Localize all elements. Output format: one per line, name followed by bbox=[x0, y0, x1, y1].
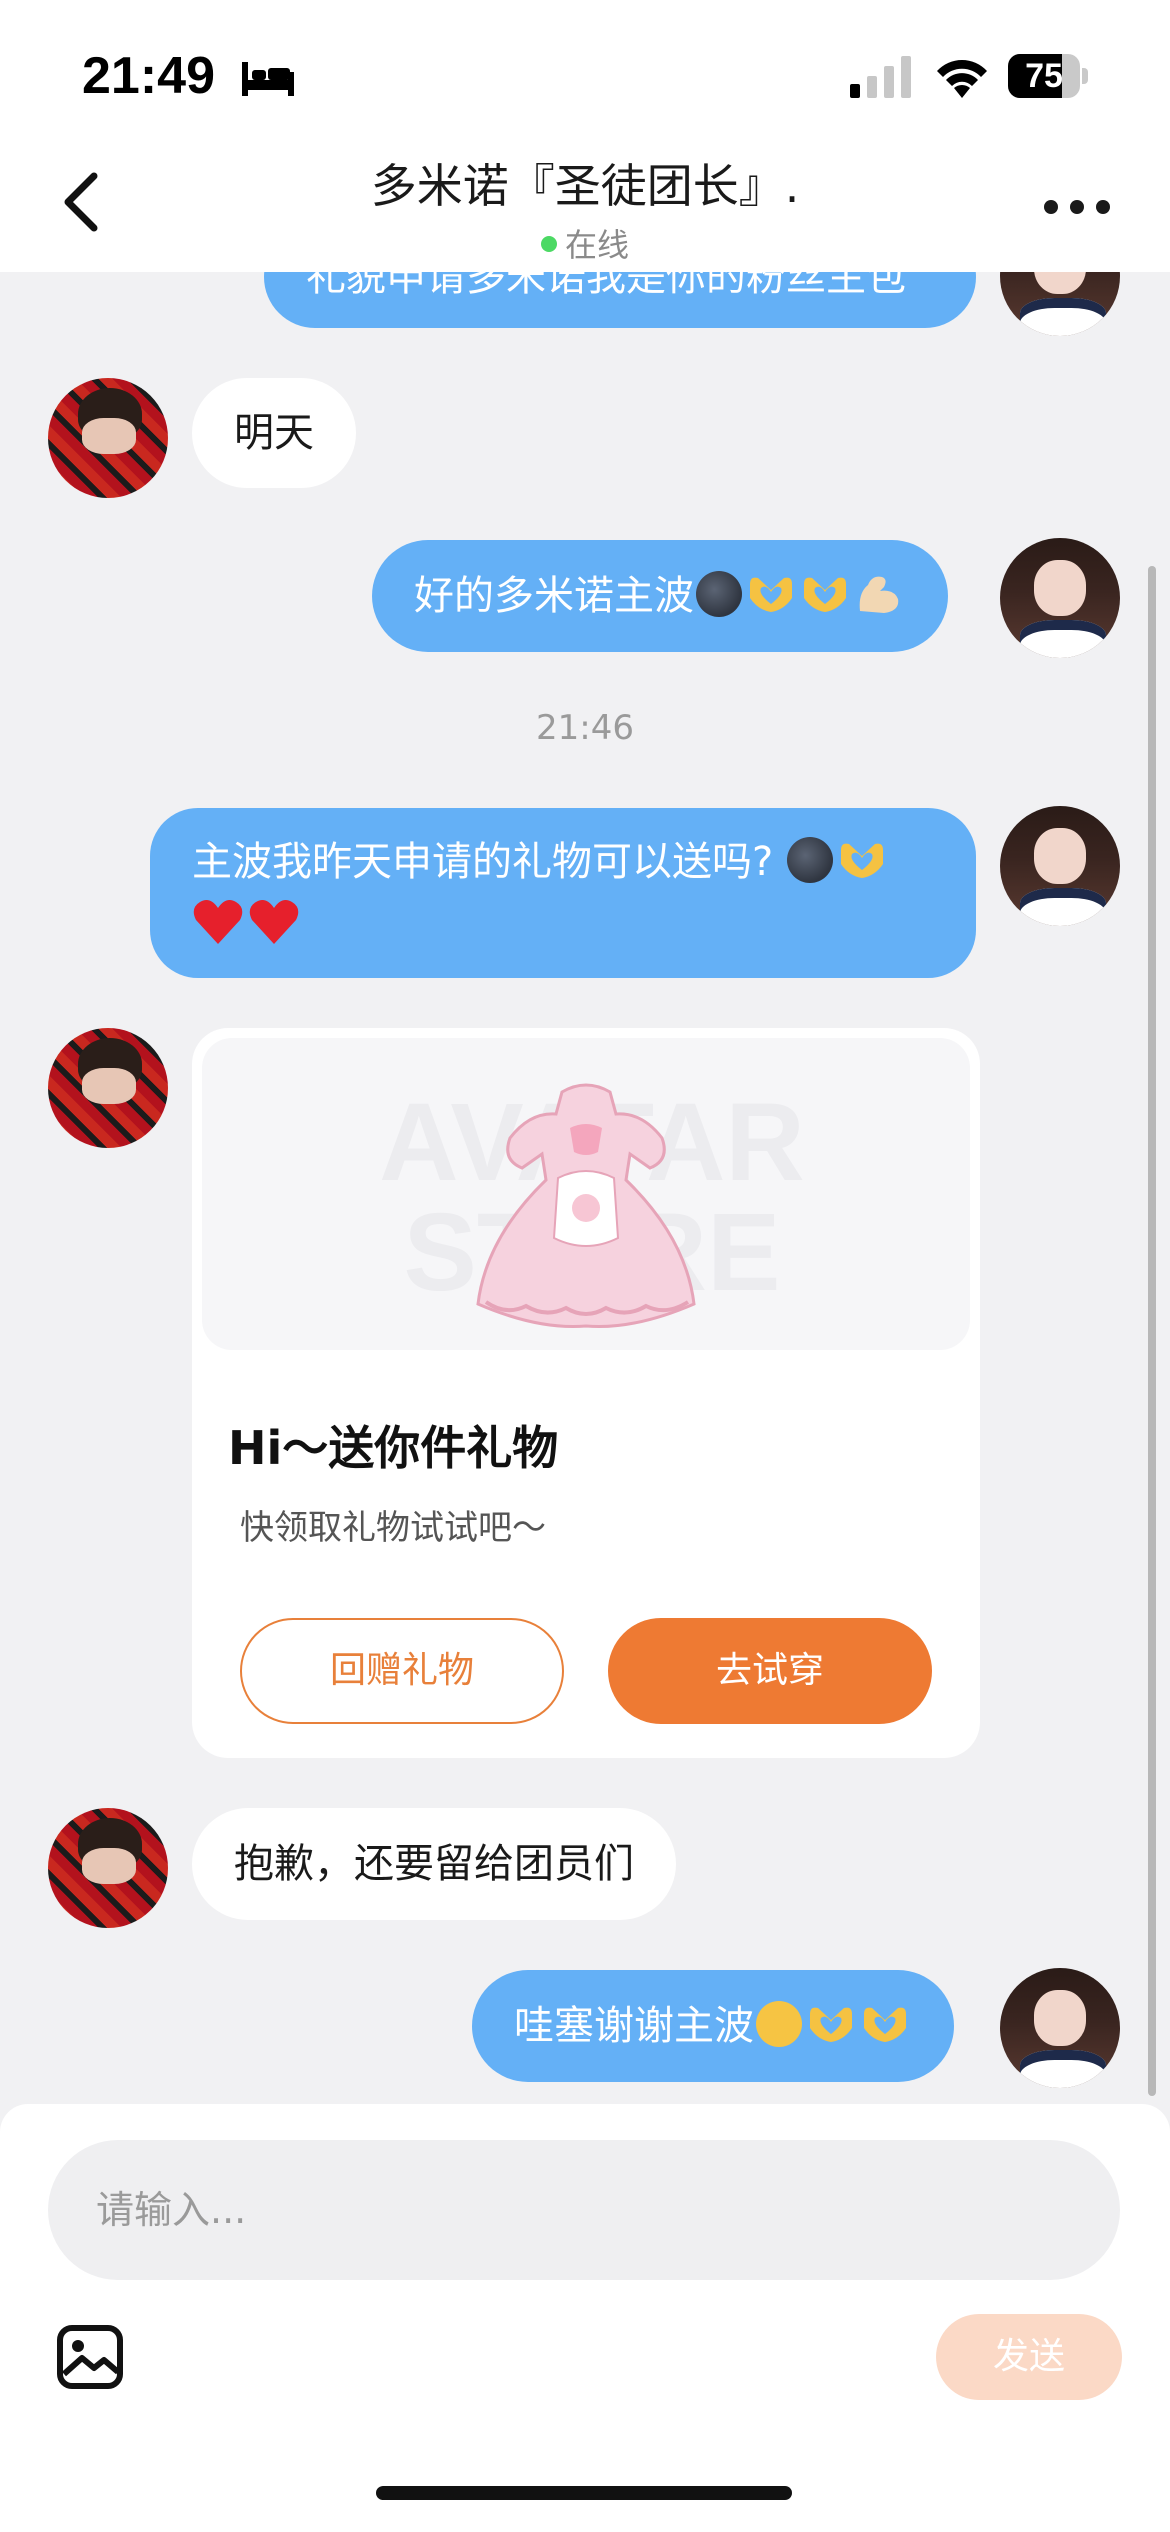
contact-avatar[interactable] bbox=[48, 1028, 168, 1148]
image-gallery-icon[interactable] bbox=[56, 2324, 124, 2390]
try-on-button[interactable]: 去试穿 bbox=[608, 1618, 932, 1724]
chat-messages[interactable]: 礼貌申请多米诺我是你的粉丝主包 明天 好的多米诺主波 21:46 主波我昨天申请… bbox=[0, 272, 1170, 2104]
message-text: 好的多米诺主波 bbox=[414, 573, 694, 619]
gift-card[interactable]: AVATAR STORE Hi～送你件礼物 快领取礼物试试吧～ 回赠礼物 去试穿 bbox=[192, 1028, 980, 1758]
message-text: 抱歉，还要留给团员们 bbox=[234, 1841, 634, 1887]
message-bubble-outgoing: 好的多米诺主波 bbox=[372, 540, 948, 652]
gift-image: AVATAR STORE bbox=[202, 1038, 970, 1350]
message-text: 哇塞谢谢主波 bbox=[514, 2003, 754, 2049]
my-avatar[interactable] bbox=[1000, 1968, 1120, 2088]
more-dots-icon[interactable] bbox=[1044, 194, 1110, 218]
wifi-icon bbox=[937, 60, 987, 98]
new-moon-face-icon bbox=[696, 571, 742, 617]
message-bubble-outgoing: 哇塞谢谢主波 bbox=[472, 1970, 954, 2082]
gift-title: Hi～送你件礼物 bbox=[228, 1421, 559, 1475]
my-avatar[interactable] bbox=[1000, 538, 1120, 658]
gift-subtitle: 快领取礼物试试吧～ bbox=[240, 1508, 546, 1548]
flexed-biceps-icon bbox=[859, 576, 899, 613]
online-status: 在线 bbox=[0, 220, 1170, 266]
message-bubble-incoming: 明天 bbox=[192, 378, 356, 488]
message-text: 主波我昨天申请的礼物可以送吗? bbox=[192, 839, 774, 885]
message-input[interactable] bbox=[48, 2140, 1120, 2280]
home-indicator[interactable] bbox=[376, 2486, 792, 2500]
dress-image bbox=[476, 1083, 696, 1328]
chat-title: 多米诺『圣徒团长』. bbox=[370, 159, 800, 213]
my-avatar[interactable] bbox=[1000, 272, 1120, 336]
online-dot-icon bbox=[540, 236, 557, 252]
heart-hands-icon bbox=[804, 577, 846, 612]
heart-hands-icon bbox=[750, 577, 792, 612]
chat-scrollbar[interactable] bbox=[1148, 566, 1156, 2096]
red-heart-icon bbox=[193, 900, 243, 944]
contact-avatar[interactable] bbox=[48, 378, 168, 498]
bed-icon bbox=[242, 62, 294, 96]
time-divider: 21:46 bbox=[536, 708, 634, 748]
my-avatar[interactable] bbox=[1000, 806, 1120, 926]
contact-avatar[interactable] bbox=[48, 1808, 168, 1928]
message-text: 礼貌申请多米诺我是你的粉丝主包 bbox=[306, 272, 906, 300]
new-moon-face-icon bbox=[787, 837, 834, 883]
online-status-label: 在线 bbox=[564, 226, 629, 264]
red-heart-icon bbox=[249, 900, 299, 944]
message-bubble-incoming: 抱歉，还要留给团员们 bbox=[192, 1808, 676, 1920]
send-button[interactable]: 发送 bbox=[936, 2314, 1122, 2400]
heart-hands-icon bbox=[841, 843, 884, 878]
kissing-cat-icon bbox=[756, 2001, 802, 2047]
status-bar: 21:49 75 bbox=[0, 0, 1170, 140]
composer: 发送 bbox=[0, 2104, 1170, 2532]
heart-hands-icon bbox=[864, 2007, 906, 2042]
heart-hands-icon bbox=[810, 2007, 852, 2042]
message-text: 明天 bbox=[234, 410, 314, 456]
return-gift-button[interactable]: 回赠礼物 bbox=[240, 1618, 564, 1724]
battery-percent: 75 bbox=[1025, 57, 1063, 95]
chat-header: 多米诺『圣徒团长』. 在线 bbox=[0, 140, 1170, 272]
status-time: 21:49 bbox=[82, 47, 215, 105]
cellular-signal-icon bbox=[850, 56, 911, 98]
message-bubble-outgoing: 礼貌申请多米诺我是你的粉丝主包 bbox=[264, 272, 976, 328]
battery-icon: 75 bbox=[1008, 54, 1088, 98]
message-bubble-outgoing: 主波我昨天申请的礼物可以送吗? bbox=[150, 808, 976, 978]
